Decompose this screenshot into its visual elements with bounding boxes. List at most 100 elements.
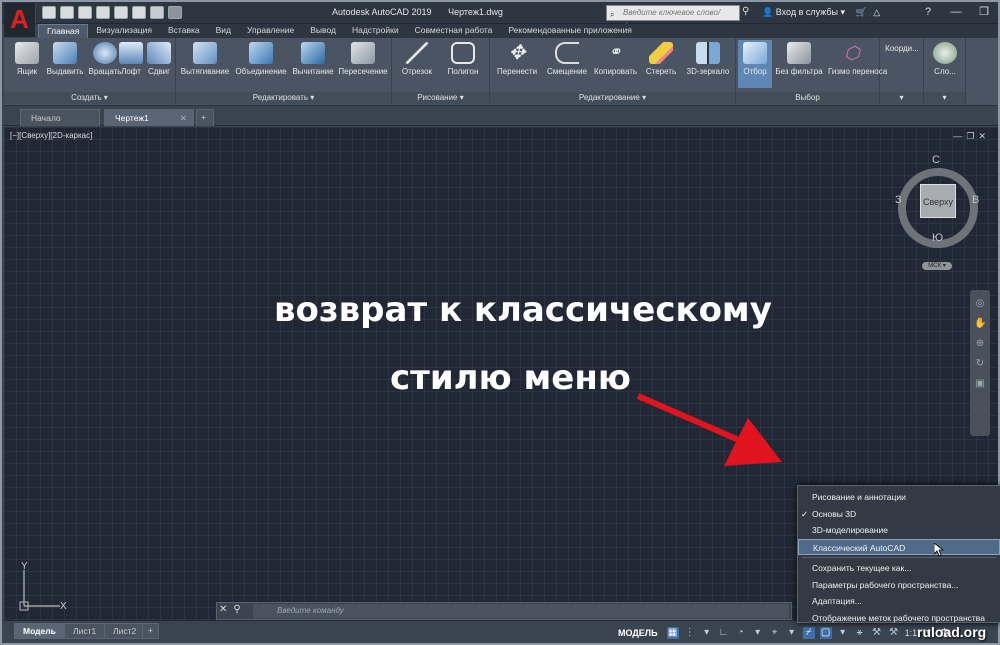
snap-icon[interactable]: ⋮ (684, 627, 696, 639)
culling-button[interactable]: Отбор (738, 40, 772, 88)
wcs-menu[interactable]: МСК ▾ (922, 262, 952, 270)
compass-east[interactable]: В (972, 194, 979, 206)
tab-addins[interactable]: Надстройки (344, 24, 407, 38)
line-button[interactable]: Отрезок (396, 42, 438, 76)
offset-button[interactable]: Смещение (546, 42, 588, 76)
panel-title-draw[interactable]: Рисование ▾ (392, 92, 489, 104)
polar-icon[interactable]: ◔ (735, 627, 747, 639)
layers-expand[interactable]: ▾ (924, 92, 965, 104)
polygon-button[interactable]: Полигон (442, 42, 484, 76)
menu-item-customize[interactable]: Адаптация... (798, 593, 1000, 610)
tab-sheet2[interactable]: Лист2 (104, 623, 146, 639)
undo-icon[interactable] (150, 6, 164, 19)
close-cmd-icon[interactable]: ✕ (219, 604, 233, 615)
new-tab-icon[interactable]: + (196, 109, 214, 126)
annotation-visibility-icon[interactable]: ⚒ (871, 627, 883, 639)
search-input[interactable]: ⌕ Введите ключевое слово/фразу (606, 5, 740, 31)
tab-model[interactable]: Модель (14, 623, 65, 639)
loft-button[interactable]: Лофт (116, 42, 146, 76)
copy-button[interactable]: ⚭ Копировать (594, 42, 637, 76)
menu-item-3d-basics[interactable]: ✓ Основы 3D (798, 506, 1000, 523)
tab-output[interactable]: Вывод (302, 24, 344, 38)
viewcube[interactable]: Сверху С Ю В З (892, 154, 982, 260)
tab-start[interactable]: Начало (20, 109, 100, 126)
signin-button[interactable]: 👤 Вход в службы ▾ 🛒 △ (762, 7, 880, 18)
box-button[interactable]: Ящик (6, 42, 48, 76)
new-file-icon[interactable] (42, 6, 56, 19)
zoom-icon[interactable]: ⊕ (974, 338, 986, 350)
coordinates-expand[interactable]: ▾ (880, 92, 923, 104)
steering-wheel-icon[interactable]: ◎ (974, 298, 986, 310)
compass-west[interactable]: З (895, 194, 902, 206)
web-mobile-icon[interactable] (114, 6, 128, 19)
presspull-button[interactable]: Вытягивание (178, 42, 232, 76)
osnap-dropdown-icon[interactable]: ▾ (786, 627, 798, 639)
menu-item-save-current[interactable]: Сохранить текущее как... (798, 560, 1000, 577)
close-tab-icon[interactable]: ✕ (180, 113, 187, 124)
panel-title-create[interactable]: Создать ▾ (4, 92, 175, 104)
tab-collaborate[interactable]: Совместная работа (407, 24, 501, 38)
open-file-icon[interactable] (60, 6, 74, 19)
autoscale-icon[interactable]: ⚒ (888, 627, 900, 639)
print-icon[interactable] (132, 6, 146, 19)
erase-button[interactable]: Стереть (640, 42, 682, 76)
sweep-button[interactable]: Сдвиг (144, 42, 174, 76)
selection-cycling-icon[interactable]: ⌿ (802, 626, 815, 639)
viewport-controls-label[interactable]: [−][Сверху][2D-каркас] (10, 131, 92, 140)
viewcube-face[interactable]: Сверху (920, 184, 956, 218)
gizmo-button[interactable]: ⬡ Гизмо переноса (828, 42, 887, 76)
coordinates-button[interactable]: Коорди... (882, 44, 922, 53)
save-as-icon[interactable] (96, 6, 110, 19)
viewport-restore-icon[interactable]: ❐ (966, 131, 978, 141)
viewport-minimize-icon[interactable]: — (953, 131, 966, 141)
viewport-close-icon[interactable]: ✕ (978, 131, 990, 141)
subtract-button[interactable]: Вычитание (290, 42, 336, 76)
menu-item-3d-modeling[interactable]: 3D-моделирование (798, 522, 1000, 539)
tab-drawing1[interactable]: Чертеж1 ✕ (104, 109, 194, 126)
tab-visualize[interactable]: Визуализация (88, 24, 160, 38)
snap-dropdown-icon[interactable]: ▾ (701, 627, 713, 639)
ortho-icon[interactable]: ∟ (718, 627, 730, 639)
model-space-toggle[interactable]: МОДЕЛЬ (618, 628, 658, 638)
tab-view[interactable]: Вид (208, 24, 239, 38)
tab-featured-apps[interactable]: Рекомендованные приложения (500, 24, 639, 38)
binoculars-icon[interactable]: ⚲ (742, 6, 749, 17)
filter-dropdown-icon[interactable]: ▾ (837, 627, 849, 639)
layers-button[interactable]: Сло... (926, 42, 964, 76)
pan-icon[interactable]: ✋ (974, 318, 986, 330)
mirror3d-button[interactable]: 3D-зеркало (684, 42, 732, 76)
panel-title-solid-edit[interactable]: Редактировать ▾ (176, 92, 391, 104)
showmotion-icon[interactable]: ▣ (974, 378, 986, 390)
save-icon[interactable] (78, 6, 92, 19)
tab-manage[interactable]: Управление (239, 24, 302, 38)
tab-home[interactable]: Главная (38, 24, 89, 38)
exchange-icon[interactable]: △ (873, 7, 880, 17)
minimize-icon[interactable]: — (944, 4, 968, 21)
gizmo-status-icon[interactable]: ⚹ (854, 627, 866, 639)
osnap-icon[interactable]: ⌖ (769, 627, 781, 639)
panel-title-modify[interactable]: Редактирование ▾ (490, 92, 735, 104)
restore-icon[interactable]: ❐ (972, 4, 996, 21)
menu-item-workspace-settings[interactable]: Параметры рабочего пространства... (798, 577, 1000, 594)
compass-north[interactable]: С (932, 154, 940, 166)
move-button[interactable]: ✥ Перенести (496, 42, 538, 76)
help-icon[interactable]: ? (916, 4, 940, 21)
grid-icon[interactable]: ▦ (666, 626, 679, 639)
orbit-icon[interactable]: ↻ (974, 358, 986, 370)
extrude-button[interactable]: Выдавить (44, 42, 86, 76)
cmd-settings-icon[interactable]: ⚲ (233, 604, 246, 615)
application-menu-button[interactable]: A (4, 3, 36, 37)
tab-sheet1[interactable]: Лист1 (64, 623, 106, 639)
menu-item-drafting[interactable]: Рисование и аннотации (798, 489, 1000, 506)
redo-icon[interactable] (168, 6, 182, 19)
dynamic-ucs-icon[interactable]: ▢ (819, 626, 832, 639)
add-layout-icon[interactable]: + (142, 623, 159, 639)
annotation-scale[interactable]: 1:1 (905, 628, 918, 638)
compass-south[interactable]: Ю (932, 232, 943, 244)
no-filter-button[interactable]: Без фильтра (774, 42, 824, 76)
tab-insert[interactable]: Вставка (160, 24, 208, 38)
cart-icon[interactable]: 🛒 (856, 7, 867, 17)
union-button[interactable]: Объединение (234, 42, 288, 76)
polar-dropdown-icon[interactable]: ▾ (752, 627, 764, 639)
command-input[interactable]: Введите команду (253, 604, 789, 618)
